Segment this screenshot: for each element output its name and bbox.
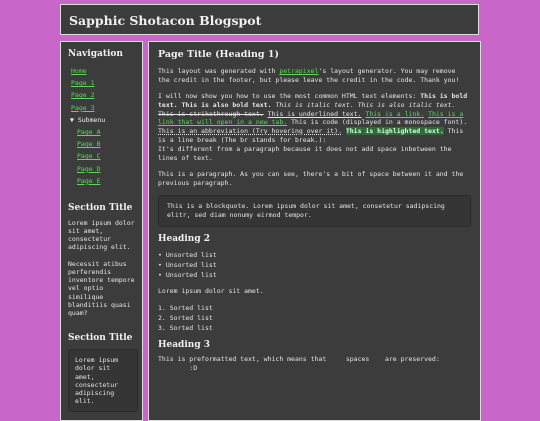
highlighted-text: This is highlighted text. xyxy=(345,127,444,136)
list-item: 3. Sorted list xyxy=(158,324,213,333)
code-text: This is code (displayed in a monospace f… xyxy=(291,118,468,127)
italic-text: This is italic text. xyxy=(275,100,354,109)
heading-2: Heading 2 xyxy=(158,233,211,244)
page-title: Page Title (Heading 1) xyxy=(158,49,279,60)
nav-link-page-c[interactable]: Page C xyxy=(77,152,100,160)
nav-link-page-d[interactable]: Page D xyxy=(77,165,100,173)
example-link[interactable]: This is a link. xyxy=(365,110,424,118)
abbreviation[interactable]: This is an abbreviation (Try hovering ov… xyxy=(158,127,342,135)
section-title-2: Section Title xyxy=(68,333,133,344)
sorted-list: 1. Sorted list 2. Sorted list 3. Sorted … xyxy=(158,303,471,334)
list-item: • Unsorted list xyxy=(158,260,217,269)
nav-link-page-a[interactable]: Page A xyxy=(77,128,100,136)
section-title-1: Section Title xyxy=(68,202,133,213)
strikethrough-text: This is strikethrough text. xyxy=(158,109,264,118)
list-item: • Unsorted list xyxy=(158,250,217,259)
elements-paragraph: I will now show you how to use the most … xyxy=(158,91,468,163)
bold-text-2: This is also bold text. xyxy=(181,100,272,109)
nav-link-page-e[interactable]: Page E xyxy=(77,177,100,185)
preformatted-text: This is preformatted text, which means t… xyxy=(158,355,440,373)
paragraph: This is a paragraph. As you can see, the… xyxy=(158,169,464,187)
list-item: 1. Sorted list xyxy=(158,303,213,312)
section-2-box: Lorem ipsum dolor sit amet, consectetur … xyxy=(68,349,138,413)
italic-text-2: This is also italic text. xyxy=(357,100,456,109)
nav-link-page-2[interactable]: Page 2 xyxy=(71,91,94,99)
nav-submenu-toggle[interactable]: ▼ Submenu xyxy=(68,114,142,126)
list-item: • Unsorted list xyxy=(158,270,217,279)
nav-link-page-3[interactable]: Page 3 xyxy=(71,104,94,112)
heading-3: Heading 3 xyxy=(158,339,211,350)
section-1-text: Lorem ipsum dolor sit amet, consectetur … xyxy=(68,218,135,252)
section-1-text-2: Necessit atibus perferendis inventore te… xyxy=(68,259,135,317)
list-item: 2. Sorted list xyxy=(158,314,213,323)
unsorted-list: • Unsorted list • Unsorted list • Unsort… xyxy=(158,250,471,281)
nav-link-page-b[interactable]: Page B xyxy=(77,140,100,148)
site-header: Sapphic Shotacon Blogspot xyxy=(60,4,479,35)
sidebar: Navigation Home Page 1 Page 2 Page 3 ▼ S… xyxy=(60,41,143,421)
main-content: Page Title (Heading 1) This layout was g… xyxy=(148,41,481,421)
blockquote: This is a blockquote. Lorem ipsum dolor … xyxy=(158,194,471,227)
lorem-paragraph: Lorem ipsum dolor sit amet. xyxy=(158,287,264,296)
underlined-text: This is underlined text. xyxy=(267,109,362,118)
nav-heading: Navigation xyxy=(68,49,123,59)
nav-list: Home Page 1 Page 2 Page 3 ▼ Submenu Page… xyxy=(68,65,142,187)
petrapixel-link[interactable]: petrapixel xyxy=(279,67,318,75)
nav-link-home[interactable]: Home xyxy=(71,67,87,75)
nav-link-page-1[interactable]: Page 1 xyxy=(71,79,94,87)
intro-paragraph: This layout was generated with petrapixe… xyxy=(158,66,460,84)
site-title: Sapphic Shotacon Blogspot xyxy=(69,13,262,28)
